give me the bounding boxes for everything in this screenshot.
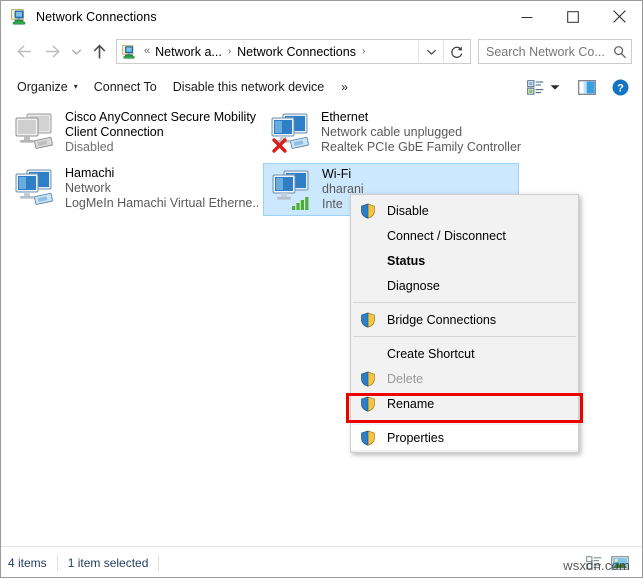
change-view-icon[interactable] [524, 74, 547, 100]
list-item-text: Hamachi Network LogMeIn Hamachi Virtual … [65, 166, 258, 211]
context-menu-item-status[interactable]: Status [351, 248, 578, 273]
list-item[interactable]: Hamachi Network LogMeIn Hamachi Virtual … [7, 163, 262, 214]
forward-arrow-icon[interactable] [38, 37, 66, 67]
view-mode-buttons [583, 553, 631, 573]
refresh-icon[interactable] [443, 41, 470, 62]
breadcrumb-overflow[interactable]: « [140, 46, 154, 57]
shield-icon [360, 203, 376, 219]
help-icon[interactable]: ? [609, 74, 632, 100]
list-item-text: Cisco AnyConnect Secure Mobility Client … [65, 110, 256, 155]
disable-this-network-device-button[interactable]: Disable this network device [165, 76, 332, 98]
organize-label: Organize [17, 80, 68, 94]
list-item-status: Network cable unplugged [321, 125, 521, 140]
list-item-device: Realtek PCIe GbE Family Controller [321, 140, 521, 155]
connections-list[interactable]: Cisco AnyConnect Secure Mobility Client … [1, 103, 642, 546]
breadcrumb-separator-2[interactable]: › [357, 46, 370, 57]
list-item[interactable]: Cisco AnyConnect Secure Mobility Client … [7, 107, 262, 158]
chevron-down-icon[interactable] [418, 41, 443, 62]
context-menu-label: Disable [387, 204, 429, 218]
breadcrumb-item-network-and[interactable]: Network a... [154, 45, 223, 59]
context-menu-separator [353, 420, 576, 421]
status-divider [158, 555, 159, 571]
breadcrumb-item-network-connections[interactable]: Network Connections [236, 45, 357, 59]
context-menu-label: Rename [387, 397, 434, 411]
shield-icon [360, 396, 376, 412]
preview-pane-icon[interactable] [575, 74, 599, 100]
organize-button[interactable]: Organize ▾ [9, 76, 86, 98]
title-bar: Network Connections [1, 1, 642, 32]
context-menu-separator [353, 336, 576, 337]
search-box[interactable]: Search Network Co... [478, 39, 632, 64]
window-title: Network Connections [36, 10, 157, 24]
chevron-down-icon: ▾ [74, 83, 78, 91]
shield-icon [360, 430, 376, 446]
status-bar: 4 items 1 item selected [1, 546, 642, 578]
search-icon [609, 45, 631, 59]
context-menu[interactable]: Disable Connect / Disconnect Status Diag… [350, 194, 579, 453]
recent-locations-chevron-icon[interactable] [66, 37, 86, 67]
list-item-name: Ethernet [321, 110, 521, 125]
network-adapter-unplugged-icon [269, 111, 315, 155]
context-menu-item-properties[interactable]: Properties [351, 425, 578, 450]
context-menu-item-connect-disconnect[interactable]: Connect / Disconnect [351, 223, 578, 248]
context-menu-item-delete: Delete [351, 366, 578, 391]
list-item-status: Disabled [65, 140, 256, 155]
context-menu-label: Status [387, 254, 425, 268]
context-menu-label: Connect / Disconnect [387, 229, 506, 243]
network-connections-icon [10, 8, 28, 26]
command-bar: Organize ▾ Connect To Disable this netwo… [1, 71, 642, 104]
item-count-label: 4 items [8, 556, 57, 570]
list-item-text: Ethernet Network cable unplugged Realtek… [321, 110, 521, 155]
shield-icon [360, 312, 376, 328]
list-item-name: Hamachi [65, 166, 258, 181]
list-item[interactable]: Ethernet Network cable unplugged Realtek… [263, 107, 563, 158]
context-menu-item-bridge-connections[interactable]: Bridge Connections [351, 307, 578, 332]
context-menu-label: Delete [387, 372, 423, 386]
list-item-device: LogMeIn Hamachi Virtual Etherne... [65, 196, 258, 211]
selection-count-label: 1 item selected [58, 556, 159, 570]
context-menu-item-rename[interactable]: Rename [351, 391, 578, 416]
context-menu-label: Properties [387, 431, 444, 445]
context-menu-item-disable[interactable]: Disable [351, 198, 578, 223]
minimize-button[interactable] [504, 1, 550, 32]
address-bar[interactable]: « Network a... › Network Connections › [116, 39, 471, 64]
context-menu-separator [353, 302, 576, 303]
close-button[interactable] [596, 1, 642, 32]
list-item-name: Cisco AnyConnect Secure Mobility Client … [65, 110, 256, 140]
network-connections-window: Network Connections [0, 0, 643, 578]
details-view-icon[interactable] [583, 553, 605, 573]
maximize-button[interactable] [550, 1, 596, 32]
list-item-status: Network [65, 181, 258, 196]
network-adapter-enabled-icon [13, 167, 59, 211]
context-menu-label: Create Shortcut [387, 347, 475, 361]
context-menu-label: Diagnose [387, 279, 440, 293]
navigation-bar: « Network a... › Network Connections › S… [1, 32, 642, 71]
back-arrow-icon[interactable] [10, 37, 38, 67]
breadcrumb-separator-1[interactable]: › [223, 46, 236, 57]
command-bar-right-group: ? [524, 74, 632, 100]
list-item-name: Wi-Fi [322, 167, 364, 182]
caption-buttons [504, 1, 642, 32]
context-menu-label: Bridge Connections [387, 313, 496, 327]
search-input[interactable]: Search Network Co... [486, 45, 609, 59]
large-icons-view-icon[interactable] [609, 553, 631, 573]
shield-icon [360, 371, 376, 387]
change-view-chevron-icon[interactable] [547, 74, 563, 100]
address-network-connections-icon [121, 44, 137, 60]
context-menu-item-create-shortcut[interactable]: Create Shortcut [351, 341, 578, 366]
up-arrow-icon[interactable] [86, 37, 112, 67]
wifi-adapter-icon [270, 168, 316, 212]
connect-to-button[interactable]: Connect To [86, 76, 165, 98]
context-menu-item-diagnose[interactable]: Diagnose [351, 273, 578, 298]
network-adapter-disabled-icon [13, 111, 59, 155]
toolbar-overflow-button[interactable]: » [332, 76, 357, 98]
svg-text:?: ? [617, 82, 624, 94]
